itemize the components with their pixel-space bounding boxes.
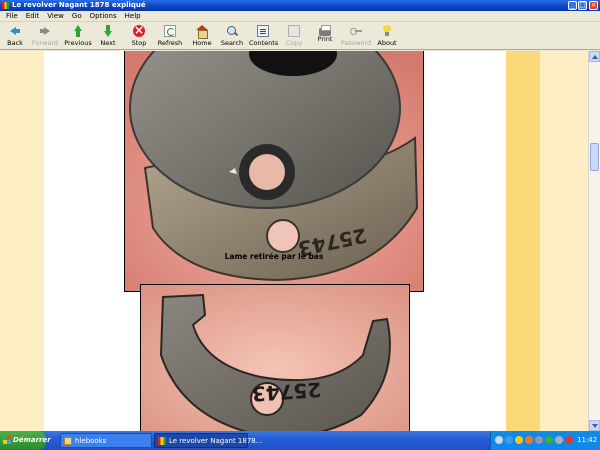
left-margin-band: [0, 51, 44, 431]
home-button[interactable]: Home: [191, 25, 213, 49]
refresh-button[interactable]: Refresh: [156, 25, 184, 49]
taskbar-item-hlebooks[interactable]: hlebooks: [60, 433, 152, 448]
menu-view[interactable]: View: [43, 11, 68, 21]
print-icon: [319, 25, 331, 36]
taskbar: Démarrer hlebooks Le revolver Nagant 187…: [0, 431, 600, 450]
document-viewport[interactable]: 25743 Lame retirée par le bas 25743: [0, 51, 588, 431]
taskbar-clock: 11:42: [577, 436, 598, 444]
app-flag-icon: [158, 437, 166, 445]
menu-help[interactable]: Help: [121, 11, 145, 21]
window-title: Le revolver Nagant 1878 expliqué: [12, 1, 146, 9]
windows-flag-icon: [3, 436, 11, 444]
previous-button[interactable]: Previous: [64, 25, 92, 49]
vertical-scrollbar[interactable]: [588, 51, 600, 431]
stop-icon: [133, 23, 145, 37]
next-button[interactable]: Next: [98, 25, 118, 49]
scroll-up-button[interactable]: [589, 51, 600, 62]
tray-volume-icon[interactable]: [555, 436, 563, 444]
menu-bar: File Edit View Go Options Help: [0, 11, 600, 22]
maximize-button[interactable]: □: [578, 1, 587, 10]
tray-network-icon[interactable]: [505, 436, 513, 444]
photo2-serial-marking: 25743: [251, 377, 322, 406]
scroll-thumb[interactable]: [590, 143, 599, 171]
forward-button[interactable]: Forward: [30, 25, 60, 49]
contents-button[interactable]: Contents: [249, 25, 278, 49]
about-bulb-icon: [381, 25, 393, 37]
print-button[interactable]: Print: [315, 25, 335, 49]
photo-extracted-blade: 25743: [140, 284, 410, 431]
password-button[interactable]: Password: [340, 25, 372, 49]
extracted-blade-illustration: 25743: [141, 285, 409, 431]
folder-icon: [64, 437, 72, 445]
tray-monitor-icon[interactable]: [535, 436, 543, 444]
previous-arrow-icon: [72, 25, 84, 37]
home-icon: [196, 25, 208, 39]
menu-options[interactable]: Options: [86, 11, 121, 21]
forward-arrow-icon: [39, 25, 51, 37]
tray-update-icon[interactable]: [545, 436, 553, 444]
refresh-icon: [164, 25, 176, 37]
menu-go[interactable]: Go: [68, 11, 86, 21]
next-arrow-icon: [102, 25, 114, 37]
start-button[interactable]: Démarrer: [0, 431, 51, 450]
scroll-down-button[interactable]: [589, 420, 600, 431]
back-button[interactable]: Back: [4, 25, 26, 49]
right-margin-band: [540, 51, 588, 431]
app-flag-icon: [2, 2, 9, 9]
search-button[interactable]: Search: [220, 25, 244, 49]
stop-button[interactable]: Stop: [129, 23, 149, 49]
close-button[interactable]: ×: [589, 1, 598, 10]
taskbar-item-nagant[interactable]: Le revolver Nagant 1878...: [154, 433, 262, 448]
back-arrow-icon: [9, 25, 21, 37]
toolbar: Back Forward Previous Next Stop Refresh …: [0, 23, 600, 50]
menu-file[interactable]: File: [2, 11, 22, 21]
tray-antivirus-icon[interactable]: [525, 436, 533, 444]
system-tray: 11:42: [490, 431, 600, 450]
tray-arrow-icon[interactable]: [495, 436, 503, 444]
window-titlebar[interactable]: Le revolver Nagant 1878 expliqué _ □ ×: [0, 0, 600, 11]
photo-caption: Lame retirée par le bas: [224, 252, 324, 261]
about-button[interactable]: About: [376, 25, 398, 49]
tray-shield-icon[interactable]: [565, 436, 573, 444]
menu-edit[interactable]: Edit: [22, 11, 44, 21]
minimize-button[interactable]: _: [568, 1, 577, 10]
contents-icon: [257, 25, 269, 37]
tray-sun-icon[interactable]: [515, 436, 523, 444]
right-accent-band: [506, 51, 540, 431]
search-icon: [226, 25, 238, 37]
copy-icon: [288, 25, 300, 37]
password-key-icon: [350, 25, 362, 37]
copy-button[interactable]: Copy: [284, 25, 304, 49]
